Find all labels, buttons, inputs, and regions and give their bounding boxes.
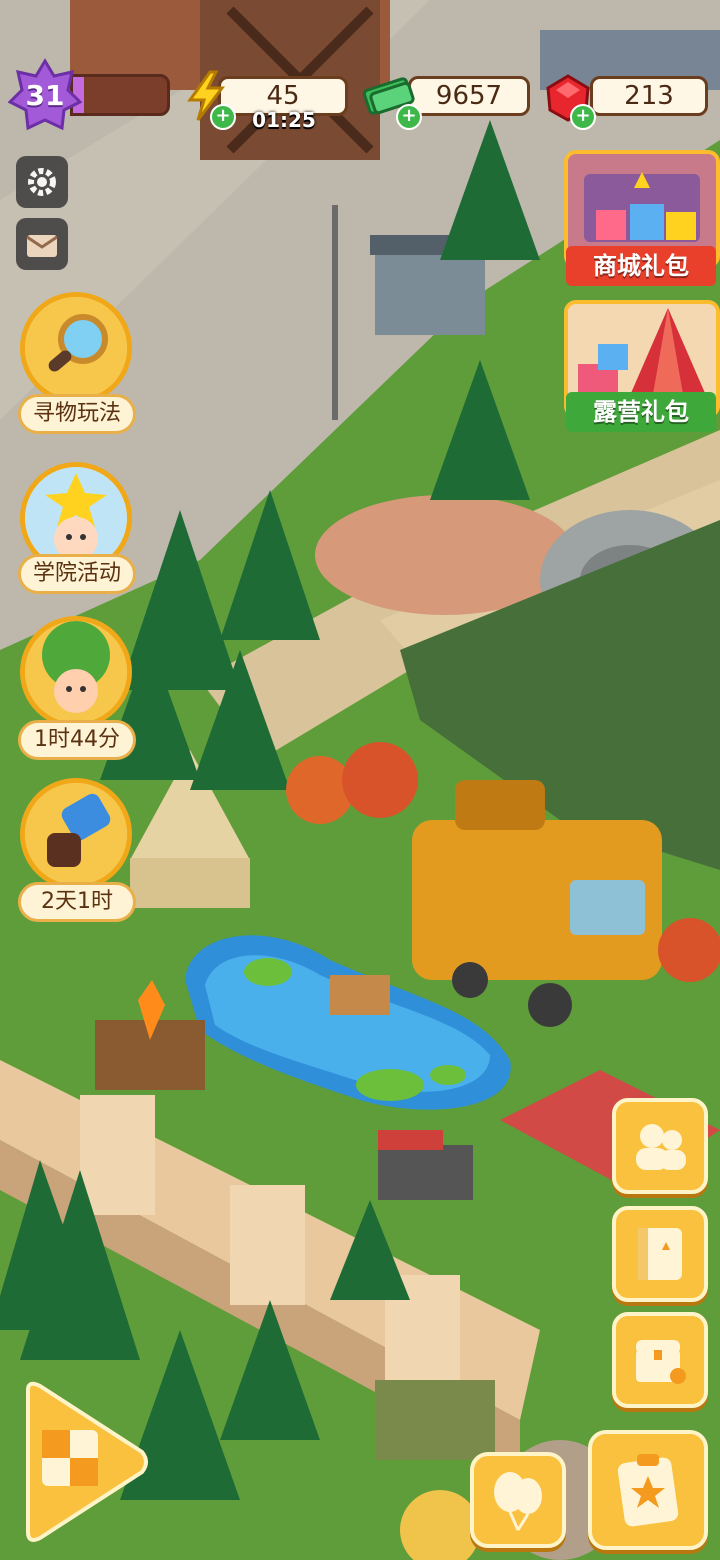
mail-button[interactable] bbox=[16, 218, 68, 270]
camping-pack-label: 露营礼包 bbox=[566, 392, 716, 432]
treasure-hunt-event-button[interactable] bbox=[20, 292, 132, 404]
level-number: 31 bbox=[25, 78, 65, 112]
gem-plus-button[interactable]: + bbox=[570, 104, 596, 130]
cash-counter[interactable]: 9657 bbox=[408, 76, 530, 116]
hammer-icon bbox=[25, 783, 127, 885]
characters-icon bbox=[636, 1124, 686, 1170]
envelope-icon bbox=[26, 235, 58, 257]
event-timer-tree: 1时44分 bbox=[18, 720, 136, 760]
chest-icon bbox=[636, 1340, 686, 1384]
event-timer-hammer: 2天1时 bbox=[18, 882, 136, 922]
clipboard-star-icon bbox=[617, 1454, 679, 1527]
characters-button[interactable] bbox=[612, 1098, 708, 1194]
cash-plus-button[interactable]: + bbox=[396, 104, 422, 130]
shop-pack-label: 商城礼包 bbox=[566, 246, 716, 286]
gear-icon bbox=[28, 168, 56, 196]
tree-event-button[interactable] bbox=[20, 616, 132, 728]
energy-value: 45 bbox=[266, 81, 300, 111]
magnifier-icon bbox=[25, 297, 127, 399]
play-mode-button[interactable] bbox=[18, 1380, 150, 1544]
energy-timer: 01:25 bbox=[252, 108, 316, 132]
balloon-icon bbox=[494, 1472, 542, 1531]
board-swap-icon bbox=[26, 1381, 148, 1542]
tree-character-icon bbox=[25, 621, 127, 723]
settings-button[interactable] bbox=[16, 156, 68, 208]
xp-progress-bar[interactable] bbox=[70, 74, 170, 116]
cash-value: 9657 bbox=[435, 81, 503, 111]
event-label-treasure-hunt: 寻物玩法 bbox=[18, 394, 136, 434]
balloon-button[interactable] bbox=[470, 1452, 566, 1548]
gem-counter[interactable]: 213 bbox=[590, 76, 708, 116]
book-icon bbox=[638, 1228, 682, 1280]
gem-value: 213 bbox=[624, 81, 674, 111]
collection-book-button[interactable] bbox=[612, 1206, 708, 1302]
tasks-button[interactable] bbox=[588, 1430, 708, 1550]
hammer-event-button[interactable] bbox=[20, 778, 132, 890]
energy-plus-button[interactable]: + bbox=[210, 104, 236, 130]
event-label-academy: 学院活动 bbox=[18, 554, 136, 594]
storage-button[interactable] bbox=[612, 1312, 708, 1408]
level-badge[interactable]: 31 bbox=[7, 58, 83, 132]
